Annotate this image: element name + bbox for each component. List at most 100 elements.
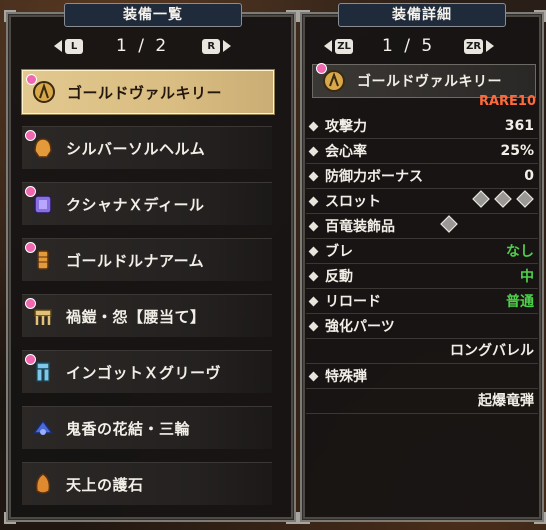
- stat-row: 防御力ボーナス 0: [306, 164, 538, 189]
- equipment-item-label: ゴールドルナアーム: [66, 251, 205, 270]
- equipment-list-item[interactable]: クシャナＸディール: [22, 182, 272, 225]
- weapon-name-header: ゴールドヴァルキリー: [312, 63, 536, 98]
- equipment-list-item[interactable]: 鬼香の花結・三輪: [22, 406, 272, 449]
- bullet-diamond-icon: [308, 246, 319, 256]
- corner-ornament: [286, 10, 298, 22]
- bullet-diamond-icon: [308, 196, 319, 206]
- l-button-key[interactable]: L: [65, 38, 83, 54]
- talisman-icon: [30, 469, 56, 499]
- stat-label: 攻撃力: [325, 119, 367, 135]
- rarity-badge-icon: [25, 186, 36, 197]
- stat-label: リロード: [325, 294, 381, 310]
- page-prev-arrow-icon[interactable]: [54, 40, 62, 52]
- bullet-diamond-icon: [308, 121, 319, 131]
- stat-value: 0: [524, 168, 534, 184]
- detail-prev-arrow-icon[interactable]: [324, 40, 332, 52]
- equipment-item-label: ゴールドヴァルキリー: [67, 83, 223, 102]
- stat-label: スロット: [325, 194, 381, 210]
- bullet-diamond-icon: [308, 221, 319, 231]
- corner-ornament: [4, 512, 16, 524]
- bullet-diamond-icon: [308, 271, 319, 281]
- bullet-diamond-icon: [308, 296, 319, 306]
- equipment-item-label: インゴットＸグリーヴ: [66, 363, 222, 382]
- stat-row: 強化パーツ: [306, 314, 538, 339]
- zl-button-key[interactable]: ZL: [335, 38, 353, 54]
- stat-value: 361: [504, 118, 534, 134]
- rarity-badge-icon: [25, 354, 36, 365]
- equipment-list-item[interactable]: シルバーソルヘルム: [22, 126, 272, 169]
- corner-ornament: [286, 512, 298, 524]
- stat-label: 会心率: [325, 144, 367, 160]
- mod-value: ロングバレル: [450, 343, 534, 359]
- bullet-diamond-icon: [308, 321, 319, 331]
- rarity-badge-icon: [316, 63, 327, 74]
- weapon-name: ゴールドヴァルキリー: [357, 74, 502, 90]
- stat-label: 百竜装飾品: [325, 219, 395, 235]
- equipment-list-item[interactable]: 天上の護石: [22, 462, 272, 505]
- equipment-detail-panel: 装備詳細 ZL 1 / 5 ZR ゴールドヴァルキリー RARE10 攻撃力 36…: [298, 3, 546, 524]
- equipment-list-item[interactable]: ゴールドヴァルキリー: [22, 70, 274, 114]
- stat-label: ブレ: [325, 244, 353, 260]
- rarity-label: RARE10: [478, 94, 536, 109]
- stat-value: なし: [506, 244, 534, 260]
- detail-page-indicator: 1 / 5: [382, 36, 436, 56]
- equipment-item-label: 鬼香の花結・三輪: [66, 419, 191, 438]
- gunlance-icon: [316, 63, 347, 96]
- corner-ornament: [534, 512, 546, 524]
- equipment-list-panel: 装備一覧 L 1 / 2 R ゴールドヴァルキリー シルバーソルヘルムクシャナＸデ…: [4, 3, 298, 524]
- hairpiece-icon: [30, 413, 56, 443]
- stat-row: リロード 普通: [306, 289, 538, 314]
- chest-armor-icon: [25, 186, 56, 219]
- bullet-diamond-icon: [308, 146, 319, 156]
- rarity-badge-icon: [25, 298, 36, 309]
- corner-ornament: [4, 10, 16, 22]
- stat-value: 中: [520, 269, 534, 285]
- stat-row: 攻撃力 361: [306, 114, 538, 139]
- bullet-diamond-icon: [308, 371, 319, 381]
- mod-value-row: ロングバレル: [306, 339, 538, 364]
- equipment-list-item[interactable]: ゴールドルナアーム: [22, 238, 272, 281]
- rampage-slot-icon: [440, 215, 458, 233]
- stat-row: 反動 中: [306, 264, 538, 289]
- equipment-list-title: 装備一覧: [64, 3, 242, 27]
- stat-label: 強化パーツ: [325, 319, 395, 335]
- page-next-arrow-icon[interactable]: [223, 40, 232, 52]
- rarity-badge-icon: [26, 74, 37, 85]
- stat-row: 会心率 25%: [306, 139, 538, 164]
- stat-label: 防御力ボーナス: [325, 169, 423, 185]
- equipment-item-label: シルバーソルヘルム: [66, 139, 206, 158]
- decoration-slot-icon: [494, 190, 512, 208]
- page-indicator: 1 / 2: [116, 36, 170, 56]
- equipment-list-item[interactable]: インゴットＸグリーヴ: [22, 350, 272, 393]
- stat-row: ブレ なし: [306, 239, 538, 264]
- stat-value: 25%: [500, 143, 534, 159]
- stat-row: スロット: [306, 189, 538, 214]
- stat-row: 特殊弾: [306, 364, 538, 389]
- rarity-badge-icon: [25, 242, 36, 253]
- gunlance-icon: [26, 74, 57, 107]
- decoration-slot-icon: [516, 190, 534, 208]
- rampage-deco-icon: [436, 215, 538, 237]
- stat-label: 特殊弾: [325, 369, 367, 385]
- arm-armor-icon: [25, 242, 56, 275]
- decoration-slot-icon: [472, 190, 490, 208]
- detail-pager: ZL 1 / 5 ZR: [324, 36, 495, 56]
- waist-armor-icon: [25, 298, 56, 331]
- stat-value: 普通: [506, 294, 534, 310]
- special-ammo-value: 起爆竜弾: [478, 393, 534, 409]
- equipment-detail-title: 装備詳細: [338, 3, 506, 27]
- special-ammo-row: 起爆竜弾: [306, 389, 538, 414]
- corner-ornament: [298, 512, 310, 524]
- bullet-diamond-icon: [308, 171, 319, 181]
- rarity-badge-icon: [25, 130, 36, 141]
- leg-armor-icon: [25, 354, 56, 387]
- equipment-list-item[interactable]: 禍鎧・怨【腰当て】: [22, 294, 272, 337]
- equipment-item-label: 禍鎧・怨【腰当て】: [66, 307, 206, 326]
- stat-label: 反動: [325, 269, 353, 285]
- r-button-key[interactable]: R: [202, 38, 221, 54]
- zr-button-key[interactable]: ZR: [464, 38, 484, 54]
- detail-next-arrow-icon[interactable]: [486, 40, 495, 52]
- corner-ornament: [298, 10, 310, 22]
- equipment-item-label: 天上の護石: [66, 475, 144, 494]
- slot-icons: [468, 190, 538, 212]
